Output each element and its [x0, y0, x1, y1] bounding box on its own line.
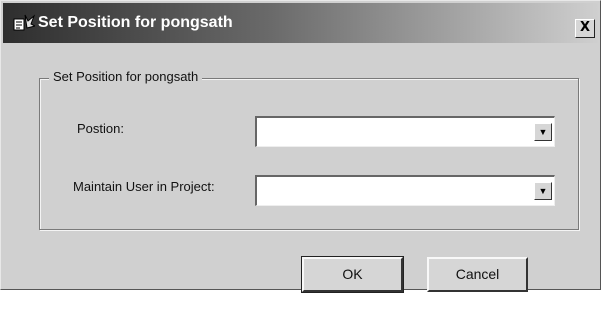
window-title: Set Position for pongsath — [38, 14, 233, 31]
position-groupbox — [39, 78, 579, 230]
close-button[interactable]: X — [575, 19, 595, 38]
position-dropdown[interactable]: ▼ — [255, 116, 555, 147]
groupbox-legend: Set Position for pongsath — [49, 69, 203, 84]
dialog-window: Set Position for pongsath X Set Position… — [0, 0, 601, 293]
cancel-button[interactable]: Cancel — [427, 257, 528, 292]
position-label: Postion: — [77, 121, 124, 136]
ok-button[interactable]: OK — [301, 256, 404, 293]
chevron-down-icon[interactable]: ▼ — [534, 182, 552, 200]
maintain-user-label: Maintain User in Project: — [73, 179, 215, 194]
title-bar[interactable]: Set Position for pongsath X — [3, 3, 598, 43]
app-icon — [13, 14, 35, 31]
maintain-user-dropdown[interactable]: ▼ — [255, 175, 555, 206]
chevron-down-icon[interactable]: ▼ — [534, 123, 552, 141]
